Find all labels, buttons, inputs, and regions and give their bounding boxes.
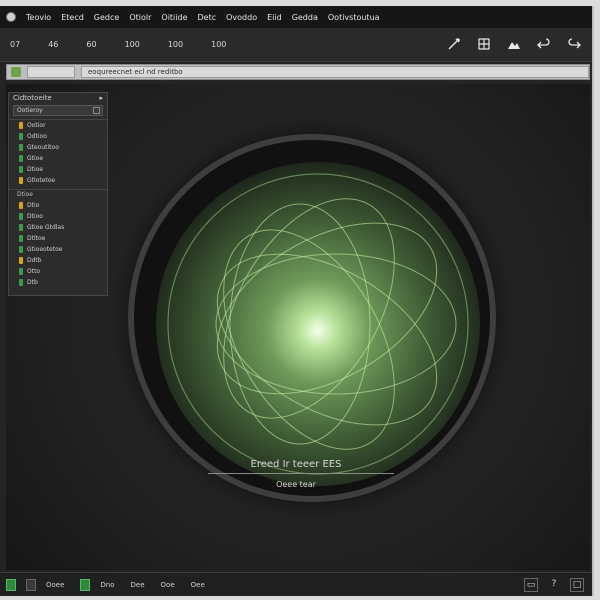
status-swatch [19, 224, 23, 231]
status-item[interactable]: Ooe [161, 581, 175, 589]
list-item[interactable]: Ddtb [9, 255, 107, 266]
status-swatch [19, 279, 23, 286]
layers-panel: Cidtotoeite ▸ Ootieroy Ootior Odtioo Gte… [8, 92, 108, 296]
menu-item[interactable]: Teovio [26, 13, 51, 22]
status-swatch [19, 257, 23, 264]
menu-item[interactable]: Ovoddo [226, 13, 257, 22]
status-item[interactable]: Dno [100, 581, 114, 589]
toolbar: 07 46 60 100 100 100 [0, 28, 592, 62]
orb-line [229, 203, 371, 445]
status-bar: Ooee Dno Dee Ooe Oee ▭ ? □ [0, 572, 592, 596]
menu-bar: Teovio Etecd Gedce Otiolr Oitiide Detc O… [0, 6, 592, 28]
list-item[interactable]: Gtioe Gtdlas [9, 222, 107, 233]
list-item[interactable]: Gteoutitoo [9, 142, 107, 153]
status-swatch [19, 166, 23, 173]
status-indicator-icon[interactable] [6, 578, 16, 591]
orb-line [215, 253, 457, 395]
status-swatch [19, 213, 23, 220]
status-swatch [19, 268, 23, 275]
glowing-orb [156, 162, 480, 486]
panel-group: Dtioe Dtio Dtioo Gtioe Gtdlas Dtltoe Gti… [9, 189, 107, 288]
caption-divider [208, 473, 394, 474]
status-item[interactable]: Dee [131, 581, 145, 589]
group-title: Dtioe [17, 191, 34, 198]
menu-item[interactable]: Detc [198, 13, 217, 22]
panel-group: Ootior Odtioo Gteoutitoo Gtioe Dtioe Gtl… [9, 119, 107, 186]
lens-outer-ring [128, 134, 496, 502]
toolbar-button[interactable]: 60 [84, 38, 98, 51]
status-item[interactable]: Ooee [46, 581, 64, 589]
undo-icon[interactable] [536, 36, 552, 52]
list-item[interactable]: Dtltoe [9, 233, 107, 244]
menu-item[interactable]: Gedda [292, 13, 318, 22]
list-item[interactable]: Gtlotetoe [9, 175, 107, 186]
address-prefix-field[interactable] [27, 66, 75, 78]
expand-icon[interactable]: □ [570, 578, 584, 592]
orb-line [216, 253, 438, 426]
orb-rim [167, 173, 469, 475]
list-item[interactable]: Dtioo [9, 211, 107, 222]
lens-dark-ring [134, 140, 490, 496]
panel-search-input[interactable]: Ootieroy [13, 105, 103, 116]
help-icon[interactable]: ? [548, 578, 560, 590]
status-indicator-icon[interactable] [26, 578, 36, 591]
grid-icon[interactable] [476, 36, 492, 52]
list-item[interactable]: Gtioeotetoe [9, 244, 107, 255]
status-swatch [19, 177, 23, 184]
toolbar-right-group [446, 36, 582, 52]
status-swatch [19, 155, 23, 162]
caption-subtitle: Oeee tear [276, 480, 316, 489]
menu-item[interactable]: Gedce [94, 13, 120, 22]
orb-line [216, 222, 438, 395]
orb-line [215, 253, 457, 395]
status-swatch [19, 246, 23, 253]
panel-title: Cidtotoeite ▸ [13, 94, 103, 102]
close-icon[interactable] [93, 107, 100, 114]
application-window: Teovio Etecd Gedce Otiolr Oitiide Detc O… [0, 6, 594, 596]
list-item[interactable]: Odtioo [9, 131, 107, 142]
status-swatch [19, 202, 23, 209]
menu-item[interactable]: Ootivstoutua [328, 13, 380, 22]
collapse-icon[interactable]: ▸ [99, 94, 103, 102]
caption-title: Ereed Ir teeer EES [250, 459, 342, 470]
status-item[interactable]: Oee [191, 581, 205, 589]
toolbar-button[interactable]: 100 [209, 38, 228, 51]
address-input[interactable]: eoqureecnet ecl nd reditbo [81, 66, 589, 78]
orb-line [229, 203, 371, 445]
toolbar-button[interactable]: 07 [8, 38, 22, 51]
toolbar-button[interactable]: 100 [166, 38, 185, 51]
toolbar-button[interactable]: 46 [46, 38, 60, 51]
wand-icon[interactable] [446, 36, 462, 52]
list-item[interactable]: Otto [9, 266, 107, 277]
list-item[interactable]: Ootior [9, 120, 107, 131]
menu-item[interactable]: Eiid [267, 13, 282, 22]
status-swatch [19, 133, 23, 140]
menu-item[interactable]: Otiolr [129, 13, 151, 22]
redo-icon[interactable] [566, 36, 582, 52]
list-item[interactable]: Dtio [9, 200, 107, 211]
menu-item[interactable]: Etecd [61, 13, 84, 22]
orb-line-pattern [167, 173, 469, 475]
status-indicator-icon[interactable] [80, 578, 91, 591]
status-right-group: ▭ ? □ [524, 578, 584, 592]
app-logo-icon [6, 12, 16, 22]
list-item[interactable]: Dtb [9, 277, 107, 288]
image-icon[interactable]: ▭ [524, 578, 538, 592]
mountain-icon[interactable] [506, 36, 522, 52]
site-icon [11, 67, 21, 77]
orb-line [216, 222, 438, 395]
list-item[interactable]: Gtioe [9, 153, 107, 164]
orb-line [216, 253, 438, 426]
address-bar: eoqureecnet ecl nd reditbo [6, 64, 590, 80]
status-swatch [19, 122, 23, 129]
status-swatch [19, 235, 23, 242]
status-swatch [19, 144, 23, 151]
toolbar-button[interactable]: 100 [123, 38, 142, 51]
menu-item[interactable]: Oitiide [161, 13, 187, 22]
list-item[interactable]: Dtioe [9, 164, 107, 175]
